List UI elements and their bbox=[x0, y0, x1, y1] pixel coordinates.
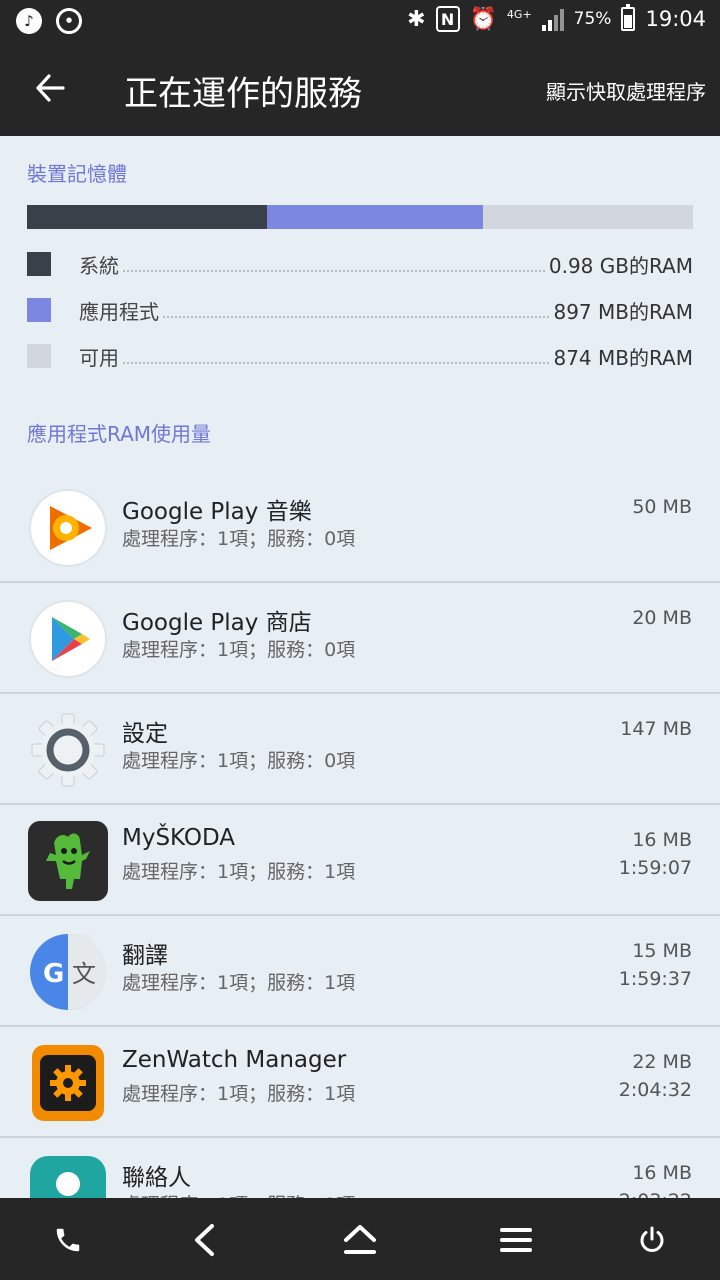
app-process-detail: 處理程序：1項；服務：0項 bbox=[122, 639, 356, 661]
google-translate-icon: G文 bbox=[28, 932, 108, 1012]
translate-wen-glyph: 文 bbox=[72, 960, 96, 988]
menu-icon bbox=[500, 1228, 532, 1252]
legend-swatch bbox=[27, 252, 51, 276]
zenwatch-manager-icon bbox=[28, 1043, 108, 1123]
music-notification-icon: ♪ bbox=[16, 8, 42, 34]
google-play-music-icon bbox=[28, 488, 108, 568]
device-memory-heading: 裝置記憶體 bbox=[27, 162, 127, 186]
network-type: 4G+ bbox=[506, 7, 532, 21]
app-name: MyŠKODA bbox=[122, 825, 236, 851]
app-name: Google Play 商店 bbox=[122, 610, 312, 636]
app-row[interactable]: G 文翻譯處理程序：1項；服務：1項 15 MB 1:59:37 bbox=[0, 916, 720, 1027]
back-arrow-button[interactable] bbox=[26, 64, 74, 112]
memory-segment-free bbox=[482, 205, 693, 229]
app-ram-size: 147 MB bbox=[620, 718, 692, 740]
show-cached-processes-button[interactable]: 顯示快取處理程序 bbox=[546, 76, 706, 105]
app-name: 聯絡人 bbox=[122, 1165, 191, 1191]
app-name: Google Play 音樂 bbox=[122, 499, 312, 525]
app-process-detail: 處理程序：1項；服務：0項 bbox=[122, 750, 356, 772]
app-process-detail: 處理程序：1項；服務：1項 bbox=[122, 1083, 356, 1105]
app-row[interactable]: Google Play 音樂處理程序：1項；服務：0項 50 MB bbox=[0, 472, 720, 583]
app-process-detail: 處理程序：1項；服務：1項 bbox=[122, 972, 356, 994]
legend-leader-dots bbox=[123, 362, 550, 364]
app-process-detail: 處理程序：1項；服務：1項 bbox=[122, 861, 356, 883]
app-name: 設定 bbox=[122, 721, 168, 747]
app-process-detail: 處理程序：1項；服務：1項 bbox=[122, 1190, 355, 1198]
signal-icon bbox=[541, 7, 564, 31]
app-ram-usage-heading: 應用程式RAM使用量 bbox=[27, 422, 212, 446]
app-uptime: 2:03:22 bbox=[619, 1190, 692, 1198]
action-bar: 正在運作的服務 顯示快取處理程序 bbox=[0, 42, 720, 136]
memory-segment-system bbox=[27, 205, 268, 229]
nfc-icon: N bbox=[435, 6, 460, 32]
app-ram-size: 15 MB bbox=[632, 940, 692, 962]
app-ram-size: 22 MB bbox=[632, 1051, 692, 1073]
memory-legend-row: 系統 0.98 GB的RAM bbox=[27, 247, 693, 281]
contacts-icon bbox=[28, 1154, 108, 1198]
status-bar: ♪ • ✱ N ⏰ 4G+ 75% 19:04 bbox=[0, 0, 720, 42]
app-row[interactable]: ZenWatch Manager 處理程序：1項；服務：1項 22 MB 2:04:3… bbox=[0, 1027, 720, 1138]
legend-value: 897 MB的RAM bbox=[553, 299, 693, 324]
app-row[interactable]: MyŠKODA 處理程序：1項；服務：1項 16 MB 1:59:07 bbox=[0, 805, 720, 916]
phone-button[interactable] bbox=[46, 1218, 90, 1262]
translate-g-glyph: G bbox=[43, 959, 64, 989]
app-uptime: 1:59:07 bbox=[618, 857, 692, 879]
power-icon bbox=[640, 1226, 664, 1252]
app-uptime: 2:04:32 bbox=[618, 1079, 692, 1101]
app-ram-size: 16 MB bbox=[632, 829, 692, 851]
memory-legend-row: 可用 874 MB的RAM bbox=[27, 339, 693, 373]
app-row[interactable]: Google Play 商店處理程序：1項；服務：0項 20 MB bbox=[0, 583, 720, 694]
memory-segment-apps bbox=[267, 205, 483, 229]
navigation-bar bbox=[0, 1198, 720, 1280]
battery-icon bbox=[621, 4, 636, 31]
home-nav-button[interactable] bbox=[338, 1218, 382, 1262]
home-icon bbox=[344, 1225, 376, 1254]
app-ram-size: 16 MB bbox=[632, 1162, 692, 1184]
page-title: 正在運作的服務 bbox=[124, 74, 362, 114]
alarm-icon: ⏰ bbox=[469, 6, 497, 32]
battery-percent: 75% bbox=[573, 9, 612, 29]
app-ram-size: 50 MB bbox=[632, 496, 692, 518]
legend-label: 可用 bbox=[79, 345, 119, 370]
legend-label: 系統 bbox=[79, 253, 119, 278]
legend-leader-dots bbox=[123, 270, 545, 272]
app-row[interactable]: 聯絡人處理程序：1項；服務：1項 16 MB 2:03:22 bbox=[0, 1138, 720, 1198]
memory-usage-bar bbox=[27, 205, 693, 229]
legend-value: 0.98 GB的RAM bbox=[548, 253, 693, 278]
legend-swatch bbox=[27, 344, 51, 368]
app-process-detail: 處理程序：1項；服務：0項 bbox=[122, 528, 356, 550]
app-name: 翻譯 bbox=[122, 943, 168, 969]
legend-value: 874 MB的RAM bbox=[553, 345, 693, 370]
power-nav-button[interactable] bbox=[630, 1218, 674, 1262]
app-name: ZenWatch Manager bbox=[122, 1047, 347, 1073]
legend-label: 應用程式 bbox=[79, 299, 159, 324]
legend-swatch bbox=[27, 298, 51, 322]
menu-nav-button[interactable] bbox=[494, 1218, 538, 1262]
back-chevron-icon bbox=[195, 1224, 214, 1256]
clock: 19:04 bbox=[645, 7, 706, 31]
phone-icon bbox=[56, 1228, 80, 1252]
memory-legend-row: 應用程式 897 MB的RAM bbox=[27, 293, 693, 327]
settings-gear-icon bbox=[28, 710, 108, 790]
google-play-store-icon bbox=[28, 599, 108, 679]
app-uptime: 1:59:37 bbox=[618, 968, 692, 990]
app-ram-size: 20 MB bbox=[632, 607, 692, 629]
bluetooth-icon: ✱ bbox=[407, 6, 426, 32]
myskoda-icon bbox=[28, 821, 108, 901]
record-notification-icon: • bbox=[56, 8, 82, 34]
back-nav-button[interactable] bbox=[182, 1218, 226, 1262]
legend-leader-dots bbox=[163, 316, 550, 318]
app-list: Google Play 音樂 處理程序：1項；服務：0項 50 MB Google P… bbox=[0, 472, 720, 1198]
app-row[interactable]: 設定處理程序：1項；服務：0項 147 MB bbox=[0, 694, 720, 805]
back-arrow-icon bbox=[36, 74, 65, 102]
